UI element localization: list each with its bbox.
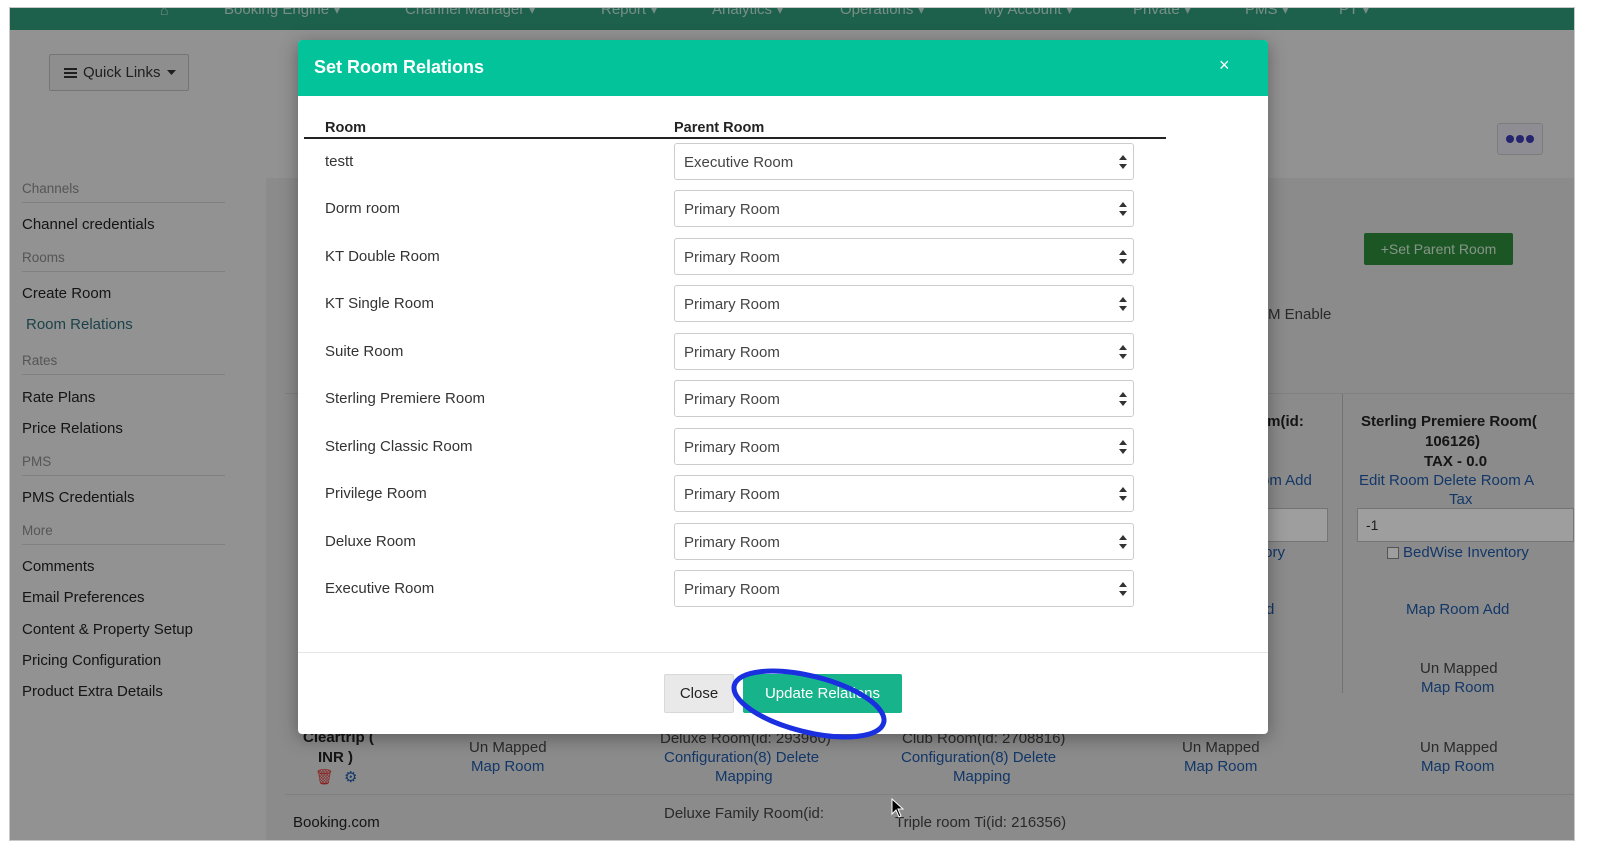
select-arrows-icon bbox=[1119, 582, 1127, 596]
room-name: Sterling Premiere Room bbox=[325, 390, 486, 407]
select-arrows-icon bbox=[1119, 250, 1127, 264]
app-window: ⌂ Booking Engine ▾ Channel Manager ▾ Rep… bbox=[10, 8, 1574, 840]
parent-room-value: Primary Room bbox=[684, 486, 780, 503]
parent-room-value: Primary Room bbox=[684, 344, 780, 361]
parent-room-value: Primary Room bbox=[684, 391, 780, 408]
room-name: KT Single Room bbox=[325, 295, 434, 312]
select-arrows-icon bbox=[1119, 487, 1127, 501]
parent-room-value: Primary Room bbox=[684, 439, 780, 456]
parent-room-value: Executive Room bbox=[684, 154, 794, 171]
modal-header: Set Room Relations × bbox=[298, 40, 1268, 96]
parent-room-value: Primary Room bbox=[684, 296, 780, 313]
select-arrows-icon bbox=[1119, 440, 1127, 454]
column-header-parent-room: Parent Room bbox=[674, 120, 765, 136]
select-arrows-icon bbox=[1119, 345, 1127, 359]
room-name: Executive Room bbox=[325, 580, 435, 597]
parent-room-select[interactable]: Primary Room bbox=[674, 570, 1134, 607]
close-button[interactable]: Close bbox=[664, 674, 734, 713]
select-arrows-icon bbox=[1119, 392, 1127, 406]
parent-room-value: Primary Room bbox=[684, 249, 780, 266]
close-icon[interactable]: × bbox=[1219, 55, 1230, 76]
header-divider bbox=[304, 137, 1166, 139]
column-header-room: Room bbox=[325, 120, 367, 136]
parent-room-select[interactable]: Primary Room bbox=[674, 380, 1134, 417]
parent-room-select[interactable]: Primary Room bbox=[674, 475, 1134, 512]
room-name: Privilege Room bbox=[325, 485, 427, 502]
parent-room-select[interactable]: Primary Room bbox=[674, 238, 1134, 275]
select-arrows-icon bbox=[1119, 535, 1127, 549]
parent-room-value: Primary Room bbox=[684, 581, 780, 598]
room-name: KT Double Room bbox=[325, 248, 440, 265]
select-arrows-icon bbox=[1119, 202, 1127, 216]
update-relations-button[interactable]: Update Relations bbox=[743, 674, 902, 713]
parent-room-value: Primary Room bbox=[684, 534, 780, 551]
mouse-cursor-icon bbox=[891, 798, 905, 818]
parent-room-select[interactable]: Primary Room bbox=[674, 428, 1134, 465]
set-room-relations-modal: Set Room Relations × Room Parent Room te… bbox=[298, 40, 1268, 734]
room-name: Sterling Classic Room bbox=[325, 438, 473, 455]
parent-room-select[interactable]: Primary Room bbox=[674, 285, 1134, 322]
select-arrows-icon bbox=[1119, 155, 1127, 169]
room-name: Deluxe Room bbox=[325, 533, 416, 550]
parent-room-select[interactable]: Executive Room bbox=[674, 143, 1134, 180]
footer-divider bbox=[298, 652, 1268, 653]
parent-room-select[interactable]: Primary Room bbox=[674, 523, 1134, 560]
parent-room-select[interactable]: Primary Room bbox=[674, 333, 1134, 370]
parent-room-value: Primary Room bbox=[684, 201, 780, 218]
room-name: Suite Room bbox=[325, 343, 404, 360]
parent-room-select[interactable]: Primary Room bbox=[674, 190, 1134, 227]
select-arrows-icon bbox=[1119, 297, 1127, 311]
modal-title: Set Room Relations bbox=[314, 57, 485, 77]
room-name: testt bbox=[325, 153, 354, 170]
room-name: Dorm room bbox=[325, 200, 401, 217]
